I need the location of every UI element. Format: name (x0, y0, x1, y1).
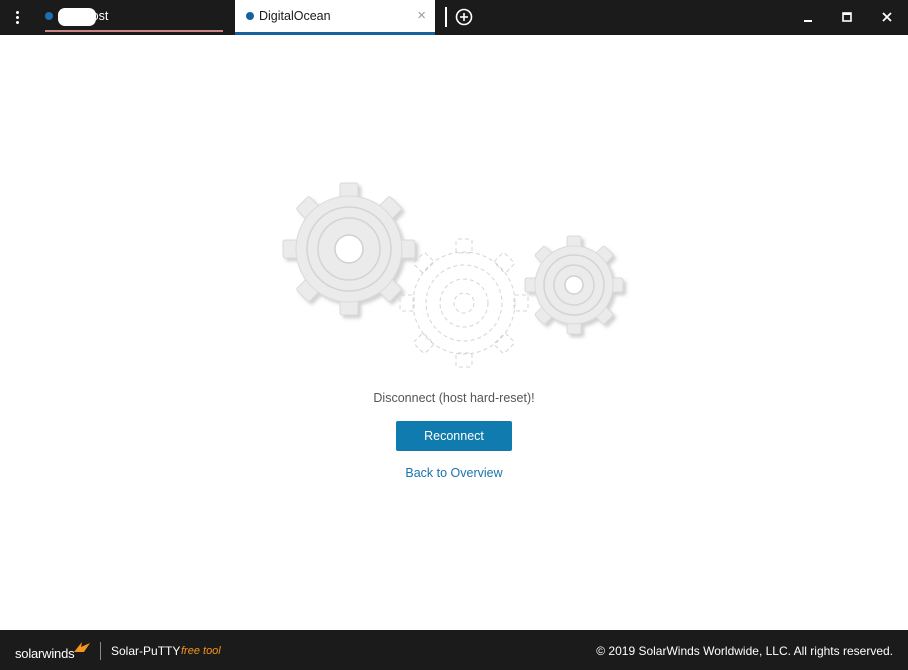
flame-logo-icon (74, 642, 90, 652)
reconnect-button[interactable]: Reconnect (396, 421, 512, 451)
minimize-button[interactable] (789, 0, 827, 35)
footer-divider (100, 642, 101, 660)
solarwinds-logo: solarwinds (15, 646, 75, 661)
disconnect-panel: Disconnect (host hard-reset)! Reconnect … (0, 35, 908, 630)
free-tool-label: free tool (181, 645, 221, 657)
redaction-mark (58, 8, 96, 26)
plus-circle-icon[interactable] (455, 8, 473, 26)
close-button[interactable] (868, 0, 906, 35)
status-dot (45, 12, 53, 20)
tab-digitalocean[interactable]: DigitalOcean - ... × (235, 0, 435, 35)
close-icon (882, 12, 892, 22)
tab-underline (45, 30, 223, 32)
gears-icon (282, 182, 624, 368)
back-to-overview-link[interactable]: Back to Overview (0, 466, 908, 480)
status-bar: solarwinds Solar-PuTTY free tool © 2019 … (0, 630, 908, 670)
tab-localhost[interactable]: localhost (38, 0, 228, 35)
tab-close-icon[interactable]: × (417, 7, 426, 24)
copyright-text: © 2019 SolarWinds Worldwide, LLC. All ri… (596, 644, 893, 658)
title-bar: localhost DigitalOcean - ... × (0, 0, 908, 35)
minimize-icon (804, 20, 812, 22)
product-name: Solar-PuTTY (111, 644, 181, 658)
status-dot (246, 12, 254, 20)
maximize-icon (842, 12, 852, 22)
disconnect-message: Disconnect (host hard-reset)! (373, 391, 535, 405)
maximize-button[interactable] (828, 0, 866, 35)
tab-divider (445, 7, 447, 27)
kebab-menu-icon[interactable] (8, 8, 28, 28)
redaction-mark (330, 8, 385, 26)
